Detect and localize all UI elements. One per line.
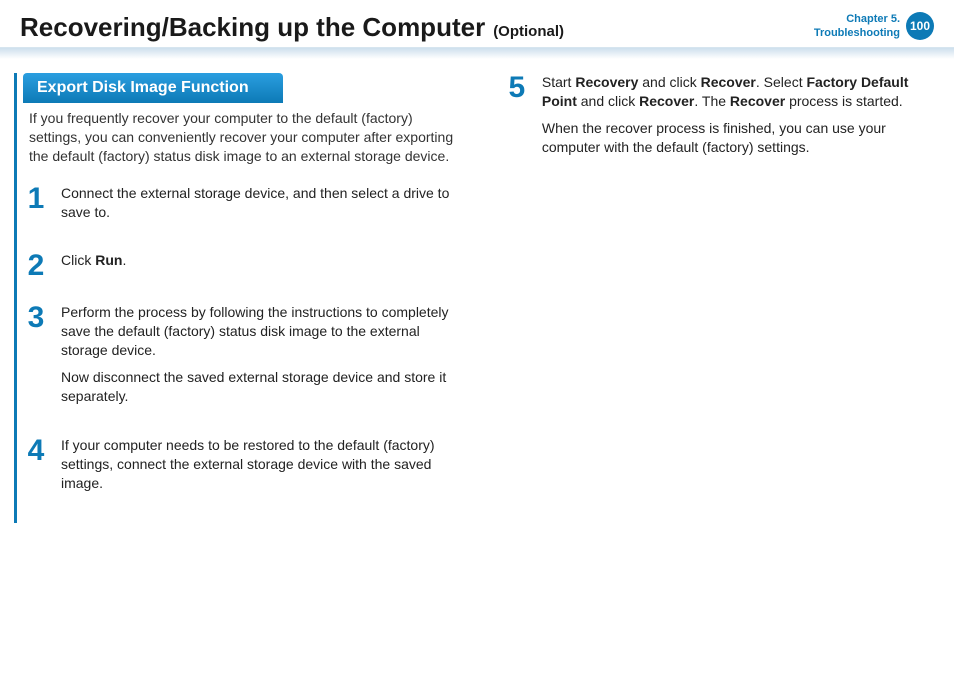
step-text: . Select — [756, 74, 807, 90]
step-number: 3 — [23, 303, 49, 413]
step-text: . — [122, 252, 126, 268]
step-text: process is started. — [785, 93, 903, 109]
left-column: Export Disk Image Function If you freque… — [14, 73, 484, 523]
step-3: 3 Perform the process by following the i… — [23, 303, 464, 413]
step-number: 4 — [23, 436, 49, 501]
step-text: Start — [542, 74, 575, 90]
step-number: 5 — [504, 73, 530, 165]
step-2: 2 Click Run. — [23, 251, 464, 281]
step-bold: Run — [95, 252, 122, 268]
step-body: Perform the process by following the ins… — [61, 303, 456, 413]
step-body: Click Run. — [61, 251, 456, 281]
step-text: Click — [61, 252, 95, 268]
step-text: Perform the process by following the ins… — [61, 304, 449, 358]
chapter-label: Chapter 5. Troubleshooting — [814, 12, 900, 41]
section-heading: Export Disk Image Function — [23, 73, 283, 103]
chapter-line1: Chapter 5. — [814, 12, 900, 26]
step-bold: Recover — [701, 74, 756, 90]
content-area: Export Disk Image Function If you freque… — [0, 59, 954, 523]
step-body: Connect the external storage device, and… — [61, 184, 456, 230]
title-block: Recovering/Backing up the Computer (Opti… — [20, 12, 564, 43]
step-text: If your computer needs to be restored to… — [61, 437, 435, 491]
step-text: Connect the external storage device, and… — [61, 185, 449, 220]
step-text: Now disconnect the saved external storag… — [61, 369, 446, 404]
step-5: 5 Start Recovery and click Recover. Sele… — [504, 73, 934, 165]
step-number: 1 — [23, 184, 49, 230]
step-number: 2 — [23, 251, 49, 281]
step-bold: Recover — [730, 93, 785, 109]
step-text: When the recover process is finished, yo… — [542, 120, 886, 155]
step-text: . The — [694, 93, 730, 109]
step-bold: Recover — [639, 93, 694, 109]
chapter-block: Chapter 5. Troubleshooting 100 — [814, 12, 934, 41]
step-4: 4 If your computer needs to be restored … — [23, 436, 464, 501]
step-bold: Recovery — [575, 74, 638, 90]
step-body: If your computer needs to be restored to… — [61, 436, 456, 501]
step-body: Start Recovery and click Recover. Select… — [542, 73, 926, 165]
page-number-badge: 100 — [906, 12, 934, 40]
header-divider — [0, 47, 954, 59]
page-title-suffix: (Optional) — [493, 23, 564, 40]
right-column: 5 Start Recovery and click Recover. Sele… — [484, 73, 954, 523]
chapter-line2: Troubleshooting — [814, 26, 900, 40]
page-header: Recovering/Backing up the Computer (Opti… — [0, 0, 954, 43]
step-text: and click — [638, 74, 700, 90]
step-text: and click — [577, 93, 639, 109]
page-title: Recovering/Backing up the Computer — [20, 12, 485, 43]
section-intro: If you frequently recover your computer … — [23, 109, 464, 166]
step-1: 1 Connect the external storage device, a… — [23, 184, 464, 230]
